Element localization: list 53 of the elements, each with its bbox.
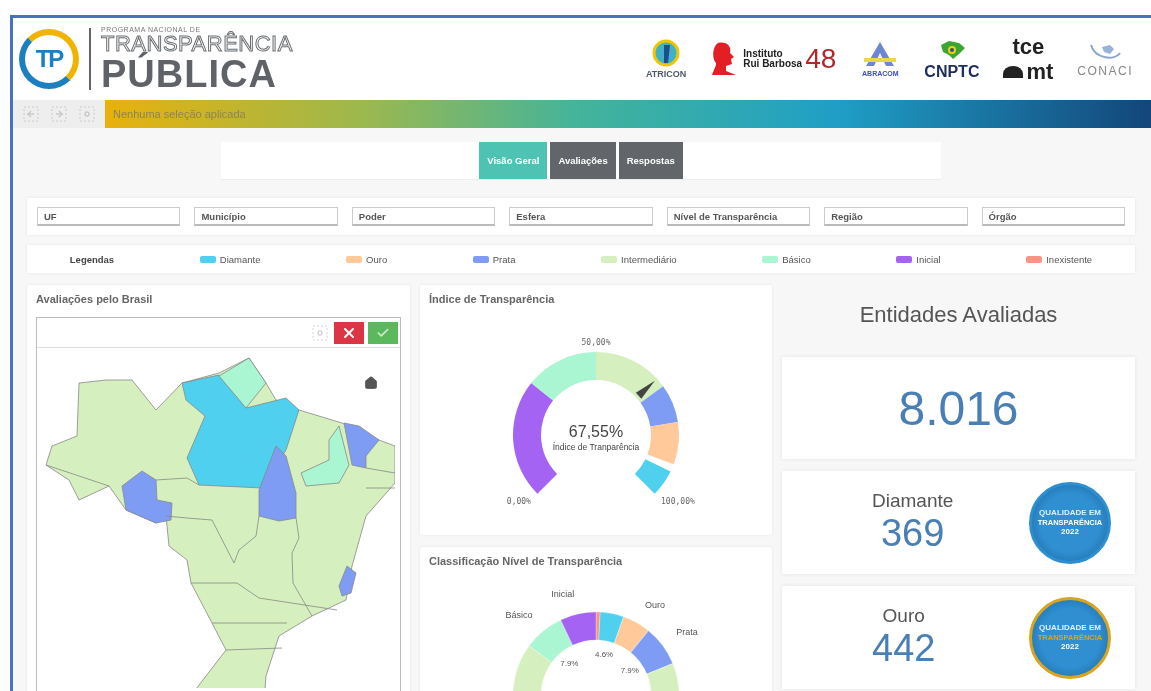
tier-label: Ouro — [882, 605, 925, 627]
anniversary-mark: 48 — [805, 45, 837, 73]
slice-value-label: 7.9% — [560, 658, 579, 668]
seal-text: QUALIDADE EM — [1039, 623, 1101, 632]
program-logo: TP — [19, 29, 79, 89]
partner-name: Rui Barbosa — [743, 59, 803, 69]
tier-count: 442 — [872, 627, 936, 670]
filter-field[interactable]: UF — [37, 207, 181, 226]
filter-field[interactable]: Nível de Transparência — [666, 207, 811, 226]
tier-count: 369 — [880, 512, 945, 555]
tab[interactable]: Avaliações — [550, 142, 616, 179]
total-count: 8.016 — [898, 380, 1019, 436]
legend-label: Ouro — [366, 253, 388, 265]
slice-label: Prata — [676, 627, 698, 638]
tab[interactable]: Respostas — [618, 142, 683, 179]
panel-title: Índice de Transparência — [429, 293, 556, 305]
slice-label: Básico — [505, 609, 533, 620]
slice-value-label: 4.6% — [595, 649, 614, 659]
gauge-value: 67,55% — [568, 423, 624, 440]
partner-name: Instituto — [743, 49, 784, 59]
panel-title: Avaliações pelo Brasil — [36, 293, 154, 305]
gauge-caption: Índice de Tranparência — [552, 442, 640, 452]
legend-label: Inexistente — [1046, 253, 1093, 265]
gauge-tick-label: 0,00% — [506, 497, 531, 507]
tier-label: Diamante — [872, 490, 954, 512]
partner-name: ATRICON — [645, 70, 687, 79]
program-title: PÚBLICA — [101, 54, 278, 93]
seal-text: 2022 — [1061, 528, 1079, 537]
selection-message: Nenhuma seleção aplicada — [113, 108, 246, 120]
filter-field[interactable]: Município — [194, 207, 338, 226]
legend-label: Prata — [492, 253, 516, 265]
summary-title: Entidades Avaliadas — [858, 301, 1059, 329]
legend-title: Legendas — [69, 253, 115, 265]
legend-label: Básico — [782, 253, 811, 265]
slice-label: Ouro — [645, 599, 665, 610]
legend-label: Diamante — [219, 253, 261, 265]
filter-field[interactable]: Poder — [351, 207, 496, 226]
partner-name: CONACI — [1077, 64, 1133, 77]
filter-field[interactable]: Esfera — [509, 207, 653, 226]
legend-label: Inicial — [916, 253, 941, 265]
panel-title: Classificação Nível de Transparência — [429, 555, 624, 567]
slice-value-label: 7.9% — [620, 666, 639, 675]
seal-text: QUALIDADE EM — [1039, 508, 1101, 517]
slice-label: Inicial — [551, 589, 575, 600]
seal-text: 2022 — [1061, 643, 1079, 652]
legend-label: Intermediário — [621, 253, 677, 265]
gauge-tick-label: 100,00% — [661, 497, 695, 507]
partner-name: tce — [1012, 35, 1045, 58]
gauge-tick-label: 50,00% — [581, 338, 611, 347]
partner-name: CNPTC — [924, 63, 980, 80]
filter-field[interactable]: Região — [824, 207, 968, 226]
filter-field[interactable]: Órgão — [981, 207, 1125, 226]
partner-name: mt — [1026, 60, 1054, 83]
